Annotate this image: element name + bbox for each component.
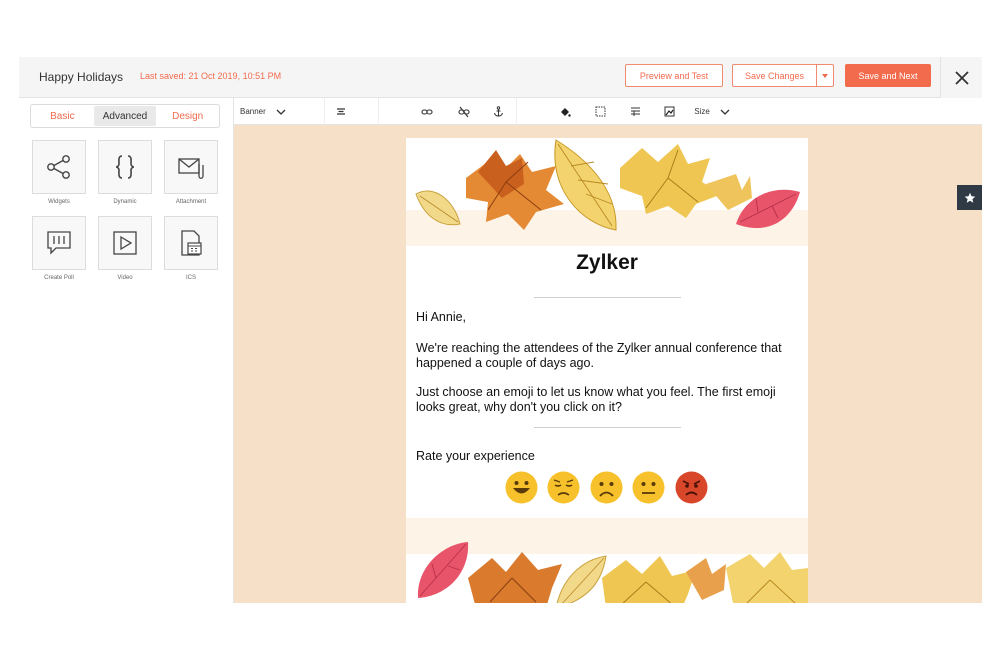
layout-icon xyxy=(630,107,640,116)
autumn-leaves-banner-bottom[interactable] xyxy=(406,538,808,603)
create-poll-tile[interactable] xyxy=(32,216,86,270)
tab-advanced[interactable]: Advanced xyxy=(93,106,157,126)
align-button[interactable] xyxy=(329,98,353,125)
favorite-button[interactable] xyxy=(957,185,982,210)
close-icon xyxy=(954,70,969,85)
autumn-leaves-banner-top[interactable] xyxy=(406,138,808,246)
border-button[interactable] xyxy=(588,98,612,125)
align-center-icon xyxy=(337,107,345,115)
grinning-emoji-icon[interactable] xyxy=(505,471,538,504)
insert-link-button[interactable] xyxy=(415,98,439,125)
video-tile[interactable] xyxy=(98,216,152,270)
chevron-down-icon xyxy=(720,109,730,115)
paragraph-conference[interactable]: We're reaching the attendees of the Zylk… xyxy=(416,341,796,371)
frowning-emoji-icon[interactable] xyxy=(590,471,623,504)
poll-icon xyxy=(47,231,71,255)
paragraph-emoji-instructions[interactable]: Just choose an emoji to let us know what… xyxy=(416,385,796,415)
fill-color-button[interactable] xyxy=(553,98,577,125)
toolbar-divider xyxy=(516,98,517,125)
widgets-tile[interactable] xyxy=(32,140,86,194)
size-select[interactable]: Size xyxy=(690,98,734,125)
editor-canvas: Zylker Hi Annie, We're reaching the atte… xyxy=(234,125,982,603)
save-options-dropdown-button[interactable] xyxy=(816,64,834,87)
dynamic-label: Dynamic xyxy=(113,199,137,205)
image-icon xyxy=(664,106,674,117)
attachment-tile[interactable] xyxy=(164,140,218,194)
attachment-icon xyxy=(178,158,204,179)
chevron-down-icon xyxy=(822,73,828,78)
dynamic-tile[interactable] xyxy=(98,140,152,194)
ics-label: ICS xyxy=(185,275,196,281)
star-icon xyxy=(964,192,975,203)
block-type-select[interactable]: Banner xyxy=(240,98,292,125)
pensive-emoji-icon[interactable] xyxy=(547,471,580,504)
email-editor-app: Happy Holidays Last saved: 21 Oct 2019, … xyxy=(19,57,982,603)
campaign-title: Happy Holidays xyxy=(39,70,124,84)
greeting-text[interactable]: Hi Annie, xyxy=(416,310,796,325)
tab-basic[interactable]: Basic xyxy=(31,105,94,127)
save-changes-button[interactable]: Save Changes xyxy=(732,64,816,87)
chevron-down-icon xyxy=(276,109,286,115)
tab-design[interactable]: Design xyxy=(156,105,219,127)
unlink-icon xyxy=(458,106,470,117)
top-bar: Happy Holidays Last saved: 21 Oct 2019, … xyxy=(19,57,982,98)
divider-line xyxy=(534,297,681,298)
left-panel: Basic Advanced Design Widgets Dynamic At… xyxy=(19,98,234,603)
rate-experience-label: Rate your experience xyxy=(416,449,535,463)
create-poll-label: Create Poll xyxy=(44,275,74,281)
brand-heading[interactable]: Zylker xyxy=(406,251,808,275)
link-icon xyxy=(421,108,433,115)
paint-bucket-icon xyxy=(561,107,571,117)
layout-button[interactable] xyxy=(623,98,647,125)
remove-link-button[interactable] xyxy=(452,98,476,125)
neutral-emoji-icon[interactable] xyxy=(632,471,665,504)
attachment-label: Attachment xyxy=(175,199,207,205)
border-icon xyxy=(595,106,605,117)
save-and-next-button[interactable]: Save and Next xyxy=(845,64,931,87)
image-button[interactable] xyxy=(657,98,681,125)
calendar-file-icon xyxy=(181,230,202,256)
toolbar-divider xyxy=(378,98,379,125)
share-icon xyxy=(47,155,70,179)
anchor-icon xyxy=(493,106,503,117)
editor-toolbar: Banner Size xyxy=(234,98,982,125)
widgets-label: Widgets xyxy=(48,199,70,205)
ics-tile[interactable] xyxy=(164,216,218,270)
block-type-value: Banner xyxy=(240,107,266,116)
divider-line xyxy=(534,427,681,428)
anchor-button[interactable] xyxy=(486,98,510,125)
braces-icon xyxy=(115,155,135,179)
last-saved-status: Last saved: 21 Oct 2019, 10:51 PM xyxy=(140,71,282,81)
preview-and-test-button[interactable]: Preview and Test xyxy=(625,64,723,87)
toolbar-divider xyxy=(324,98,325,125)
close-button[interactable] xyxy=(940,57,982,98)
email-preview: Zylker Hi Annie, We're reaching the atte… xyxy=(406,138,808,603)
panel-tabs: Basic Advanced Design xyxy=(30,104,220,128)
size-label: Size xyxy=(694,107,710,116)
angry-emoji-icon[interactable] xyxy=(675,471,708,504)
video-label: Video xyxy=(117,275,133,281)
video-icon xyxy=(113,231,137,255)
